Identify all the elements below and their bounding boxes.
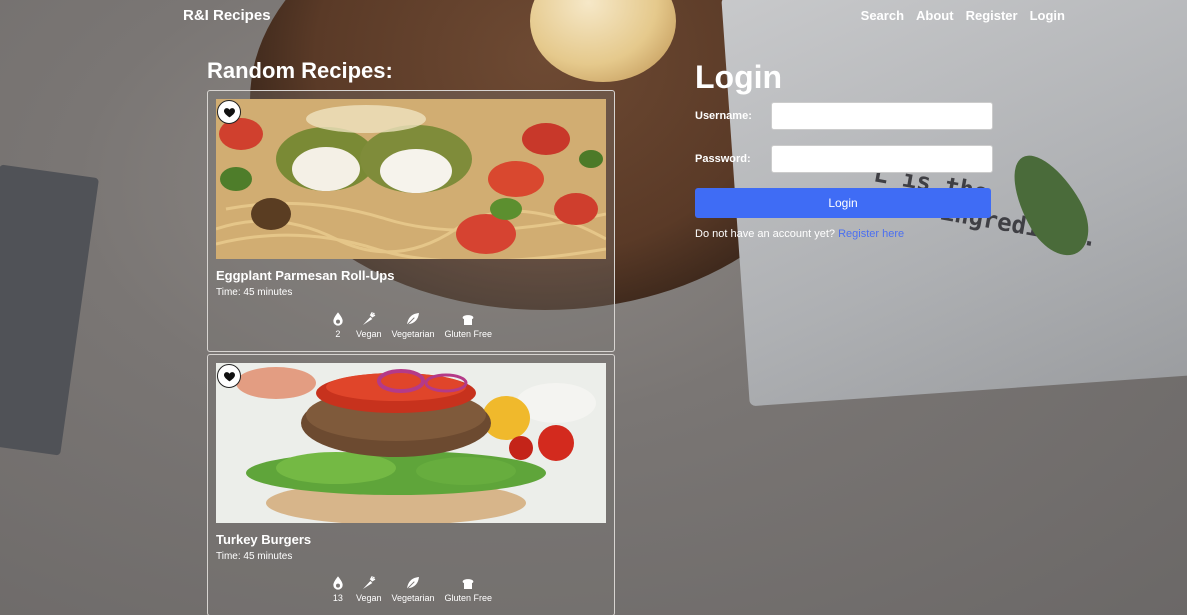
carrot-icon [362, 311, 376, 325]
tag-vegan: Vegan [356, 575, 381, 603]
recipe-image-turkey-burger [216, 363, 606, 523]
heart-icon [223, 371, 235, 381]
drop-icon [333, 576, 343, 590]
favorite-button[interactable] [217, 364, 241, 388]
likes-count: 13 [330, 575, 346, 603]
heart-icon [223, 107, 235, 117]
recipe-title[interactable]: Eggplant Parmesan Roll-Ups [216, 268, 394, 283]
nav-link-search[interactable]: Search [861, 8, 904, 23]
recipe-time: Time: 45 minutes [216, 551, 293, 562]
login-button[interactable]: Login [695, 188, 991, 218]
leaf-icon [406, 577, 419, 590]
nav-link-register[interactable]: Register [966, 8, 1018, 23]
recipe-image[interactable] [216, 99, 606, 259]
top-nav: Search About Register Login [861, 8, 1065, 23]
register-link[interactable]: Register here [838, 228, 904, 240]
password-label: Password: [695, 153, 751, 165]
favorite-button[interactable] [217, 100, 241, 124]
tag-gluten-free: Gluten Free [445, 575, 492, 603]
bread-icon [462, 315, 474, 325]
username-label: Username: [695, 110, 752, 122]
recipe-card[interactable]: Turkey Burgers Time: 45 minutes 13 Vegan… [207, 354, 615, 615]
leaf-icon [406, 313, 419, 326]
signup-prompt: Do not have an account yet? Register her… [695, 228, 905, 240]
recipe-tags: 2 Vegan Vegetarian Gluten Free [208, 311, 614, 339]
recipe-time: Time: 45 minutes [216, 287, 293, 298]
login-title: Login [695, 59, 783, 95]
recipe-title[interactable]: Turkey Burgers [216, 532, 311, 547]
recipe-image[interactable] [216, 363, 606, 523]
password-row: Password: [695, 145, 993, 173]
recipe-image-eggplant [216, 99, 606, 259]
username-input[interactable] [771, 102, 993, 130]
recipe-tags: 13 Vegan Vegetarian Gluten Free [208, 575, 614, 603]
password-input[interactable] [771, 145, 993, 173]
background-cloth-left [0, 164, 99, 456]
bread-icon [462, 579, 474, 589]
recipe-list: Eggplant Parmesan Roll-Ups Time: 45 minu… [207, 90, 615, 615]
carrot-icon [362, 575, 376, 589]
drop-icon [333, 312, 343, 326]
likes-count: 2 [330, 311, 346, 339]
nav-link-login[interactable]: Login [1030, 8, 1065, 23]
recipe-card[interactable]: Eggplant Parmesan Roll-Ups Time: 45 minu… [207, 90, 615, 352]
section-title-random-recipes: Random Recipes: [207, 58, 393, 83]
username-row: Username: [695, 102, 993, 130]
nav-link-about[interactable]: About [916, 8, 954, 23]
brand-logo[interactable]: R&I Recipes [183, 7, 271, 24]
tag-vegan: Vegan [356, 311, 381, 339]
tag-vegetarian: Vegetarian [391, 575, 435, 603]
tag-vegetarian: Vegetarian [391, 311, 435, 339]
tag-gluten-free: Gluten Free [445, 311, 492, 339]
